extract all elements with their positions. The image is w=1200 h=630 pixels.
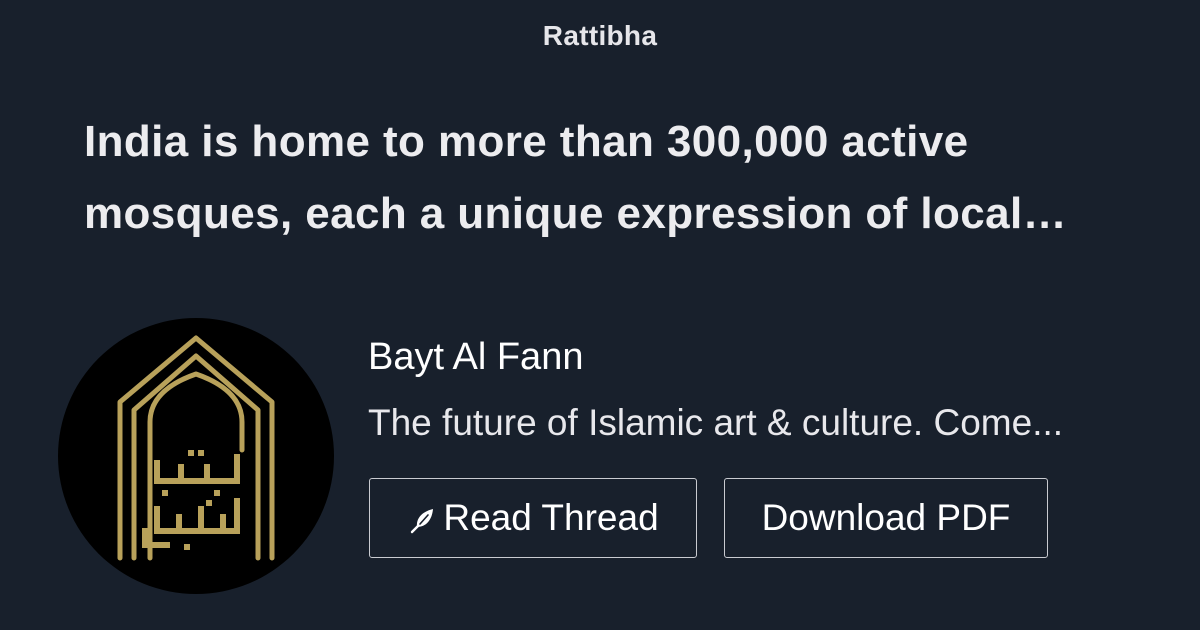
download-pdf-label: Download PDF [761, 497, 1011, 538]
read-thread-label: Read Thread [443, 497, 659, 538]
arch-calligraphy-logo-icon [117, 335, 275, 561]
thread-title: India is home to more than 300,000 activ… [84, 117, 1068, 238]
read-thread-button[interactable]: Read Thread [369, 478, 697, 558]
feather-icon [407, 505, 437, 535]
author-bio: The future of Islamic art & culture. Com… [368, 402, 1064, 443]
avatar [58, 318, 334, 594]
author-name: Bayt Al Fann [368, 336, 584, 378]
brand-name: Rattibha [542, 20, 658, 51]
download-pdf-button[interactable]: Download PDF [724, 478, 1048, 558]
